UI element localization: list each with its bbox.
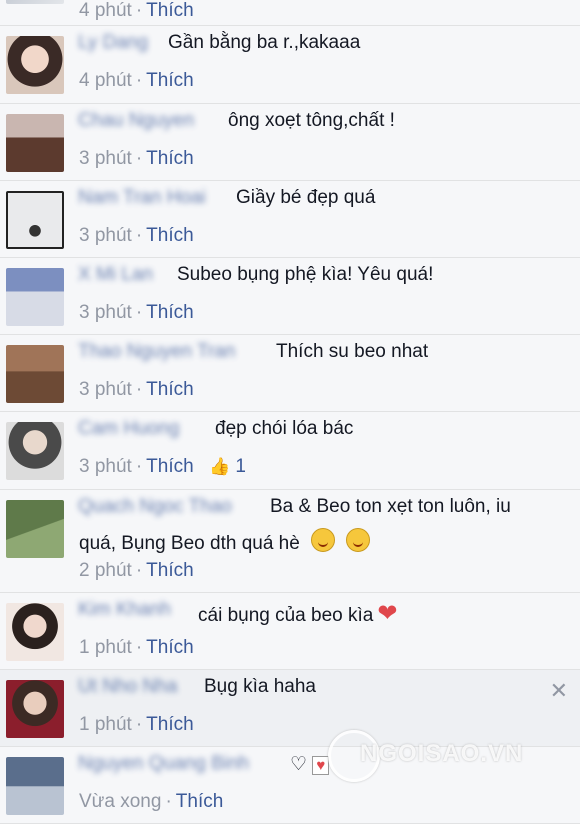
- comment-meta: 1 phút · Thích: [79, 714, 194, 735]
- comment-item: Thao Nguyen Tran Thích su beo nhat 3 phú…: [0, 335, 580, 412]
- comment-text: Thích su beo nhat: [276, 341, 429, 362]
- like-link[interactable]: Thích: [146, 225, 194, 246]
- comment-item: Kim Khanh cái bụng của beo kìa ❤ 1 phút · T…: [0, 593, 580, 670]
- comment-text-line2: quá, Bụng Beo dth quá hè: [79, 528, 371, 555]
- commenter-name[interactable]: Cam Huong: [78, 418, 179, 440]
- comment-time[interactable]: 1 phút: [79, 714, 132, 735]
- comment-item: Nam Tran Hoai Giầy bé đẹp quá 3 phút · Thí…: [0, 181, 580, 258]
- comment-meta: 3 phút · Thích: [79, 302, 194, 323]
- commenter-name[interactable]: Ut Nho Nha: [78, 676, 177, 698]
- kiss-emoji-icon: [311, 528, 336, 552]
- avatar[interactable]: [6, 0, 64, 4]
- commenter-name[interactable]: Thao Nguyen Tran: [78, 341, 235, 363]
- close-icon[interactable]: ✕: [550, 678, 568, 704]
- comment-item: 4 phút · Thích: [0, 0, 580, 26]
- comment-text: Subeo bụng phệ kìa! Yêu quá!: [177, 264, 434, 285]
- comment-text: Giầy bé đẹp quá: [236, 187, 376, 208]
- commenter-name[interactable]: Quach Ngoc Thao: [78, 496, 232, 518]
- like-link[interactable]: Thích: [146, 456, 194, 477]
- commenter-name[interactable]: X Mi Lan: [78, 264, 153, 286]
- comment-item: Cam Huong đẹp chói lóa bác 3 phút · Thích …: [0, 412, 580, 490]
- comment-meta: 4 phút · Thích: [79, 0, 194, 21]
- comment-meta: 3 phút · Thích: [79, 148, 194, 169]
- commenter-name[interactable]: Chau Nguyen: [78, 110, 194, 132]
- commenter-name[interactable]: Kim Khanh: [78, 599, 171, 621]
- comment-meta: Vừa xong · Thích: [79, 791, 224, 812]
- comment-text-value: cái bụng của beo kìa: [198, 605, 374, 626]
- avatar[interactable]: [6, 757, 64, 815]
- like-link[interactable]: Thích: [146, 714, 194, 735]
- comment-text: ♡ ♥: [290, 753, 330, 776]
- avatar[interactable]: [6, 345, 64, 403]
- comment-text: ông xoẹt tông,chất !: [228, 110, 395, 131]
- avatar[interactable]: [6, 36, 64, 94]
- comment-item: Chau Nguyen ông xoẹt tông,chất ! 3 phút ·…: [0, 104, 580, 181]
- heart-icon: ❤: [377, 600, 398, 627]
- commenter-name[interactable]: Nam Tran Hoai: [78, 187, 206, 209]
- comment-item: Quach Ngoc Thao Ba & Beo ton xẹt ton luô…: [0, 490, 580, 593]
- comment-meta: 3 phút · Thích 👍 1: [79, 456, 246, 477]
- like-link[interactable]: Thích: [146, 637, 194, 658]
- comment-time[interactable]: 4 phút: [79, 0, 132, 21]
- comment-time[interactable]: 1 phút: [79, 637, 132, 658]
- comment-time[interactable]: 3 phút: [79, 302, 132, 323]
- like-link[interactable]: Thích: [146, 0, 194, 21]
- comment-meta: 2 phút · Thích: [79, 560, 194, 581]
- thumbs-up-icon: 👍: [208, 457, 231, 476]
- comment-time[interactable]: Vừa xong: [79, 791, 161, 812]
- avatar[interactable]: [6, 114, 64, 172]
- comment-time[interactable]: 3 phút: [79, 379, 132, 400]
- comment-text: Gần bằng ba r.,kakaaa: [168, 32, 361, 53]
- comment-meta: 4 phút · Thích: [79, 70, 194, 91]
- comment-item: X Mi Lan Subeo bụng phệ kìa! Yêu quá! 3 …: [0, 258, 580, 335]
- comment-text: cái bụng của beo kìa ❤: [198, 599, 397, 628]
- comment-item: Ut Nho Nha Bụg kìa haha 1 phút · Thích ✕: [0, 670, 580, 747]
- like-link[interactable]: Thích: [146, 70, 194, 91]
- like-link[interactable]: Thích: [146, 379, 194, 400]
- avatar[interactable]: [6, 191, 64, 249]
- like-link[interactable]: Thích: [176, 791, 224, 812]
- avatar[interactable]: [6, 268, 64, 326]
- like-link[interactable]: Thích: [146, 302, 194, 323]
- avatar[interactable]: [6, 500, 64, 558]
- commenter-name[interactable]: Nguyen Quang Binh: [78, 753, 249, 775]
- like-link[interactable]: Thích: [146, 560, 194, 581]
- like-count-value: 1: [235, 456, 246, 477]
- like-link[interactable]: Thích: [146, 148, 194, 169]
- heart-icon: ♥: [312, 756, 330, 775]
- commenter-name[interactable]: Ly Dang: [78, 32, 148, 54]
- avatar[interactable]: [6, 603, 64, 661]
- comment-meta: 3 phút · Thích: [79, 225, 194, 246]
- comment-text-value: ♡: [290, 754, 308, 775]
- comment-meta: 1 phút · Thích: [79, 637, 194, 658]
- avatar[interactable]: [6, 422, 64, 480]
- comment-time[interactable]: 4 phút: [79, 70, 132, 91]
- watermark: NGOISAO.VN: [360, 740, 524, 767]
- comment-time[interactable]: 3 phút: [79, 225, 132, 246]
- like-count[interactable]: 👍 1: [209, 456, 246, 477]
- comment-meta: 3 phút · Thích: [79, 379, 194, 400]
- comment-time[interactable]: 3 phút: [79, 456, 132, 477]
- avatar[interactable]: [6, 680, 64, 738]
- comment-time[interactable]: 2 phút: [79, 560, 132, 581]
- comment-text-cont: quá, Bụng Beo dth quá hè: [79, 533, 300, 554]
- comment-text: đẹp chói lóa bác: [215, 418, 354, 439]
- comment-time[interactable]: 3 phút: [79, 148, 132, 169]
- comment-text: Bụg kìa haha: [204, 676, 316, 697]
- kiss-emoji-icon: [346, 528, 371, 552]
- comment-item: Ly Dang Gần bằng ba r.,kakaaa 4 phút · Thí…: [0, 26, 580, 104]
- comment-text: Ba & Beo ton xẹt ton luôn, iu: [270, 496, 511, 517]
